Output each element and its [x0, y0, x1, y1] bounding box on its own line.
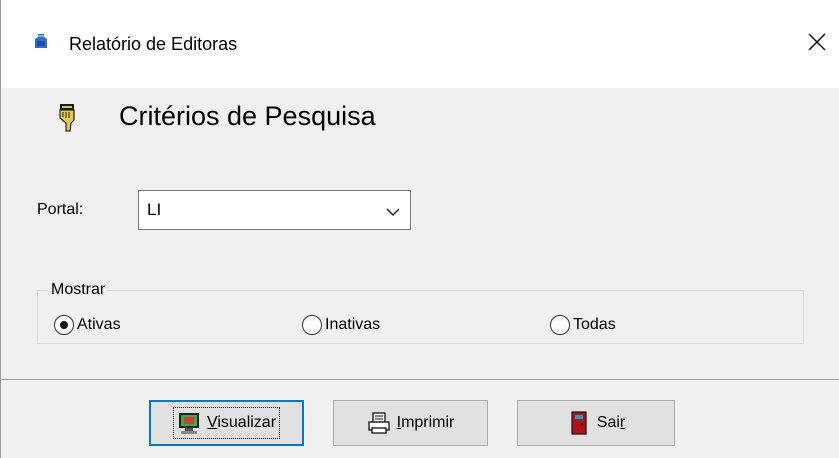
chevron-down-icon[interactable] — [386, 205, 400, 217]
radio-ativas[interactable]: Ativas — [54, 313, 121, 337]
hand-pointing-icon — [57, 104, 79, 132]
sair-button[interactable]: Sair — [517, 400, 675, 446]
footer-divider — [1, 379, 839, 380]
show-filter-label: Mostrar — [49, 280, 108, 300]
sair-content: Sair — [567, 411, 625, 435]
report-window: Relatório de Editoras Critérios de Pesqu… — [0, 0, 839, 458]
monitor-icon — [177, 411, 201, 435]
radio-circle[interactable] — [550, 315, 570, 335]
portal-label: Portal: — [37, 201, 84, 218]
portal-select-value: LI — [147, 200, 162, 219]
radio-label: Ativas — [77, 316, 121, 333]
title-bar[interactable]: Relatório de Editoras — [1, 0, 839, 88]
app-icon — [33, 33, 49, 49]
page-title: Critérios de Pesquisa — [119, 101, 376, 131]
show-filter-group — [37, 290, 804, 344]
visualizar-label: Visualizar — [206, 414, 277, 431]
printer-icon — [367, 411, 391, 435]
visualizar-focus: Visualizar — [172, 407, 281, 439]
imprimir-content: Imprimir — [367, 411, 455, 435]
radio-label: Todas — [573, 316, 616, 333]
close-icon — [808, 33, 826, 56]
close-button[interactable] — [797, 24, 837, 64]
radio-todas[interactable]: Todas — [550, 313, 616, 337]
window-title: Relatório de Editoras — [69, 34, 238, 54]
radio-selected-dot — [60, 321, 68, 329]
sair-label: Sair — [596, 414, 626, 431]
imprimir-button[interactable]: Imprimir — [333, 400, 488, 446]
visualizar-button[interactable]: Visualizar — [149, 400, 304, 446]
radio-inativas[interactable]: Inativas — [302, 313, 380, 337]
radio-circle[interactable] — [54, 315, 74, 335]
radio-label: Inativas — [325, 316, 381, 333]
door-icon — [567, 411, 591, 435]
portal-select[interactable]: LI — [138, 190, 411, 230]
imprimir-label: Imprimir — [396, 414, 455, 431]
radio-circle[interactable] — [302, 315, 322, 335]
